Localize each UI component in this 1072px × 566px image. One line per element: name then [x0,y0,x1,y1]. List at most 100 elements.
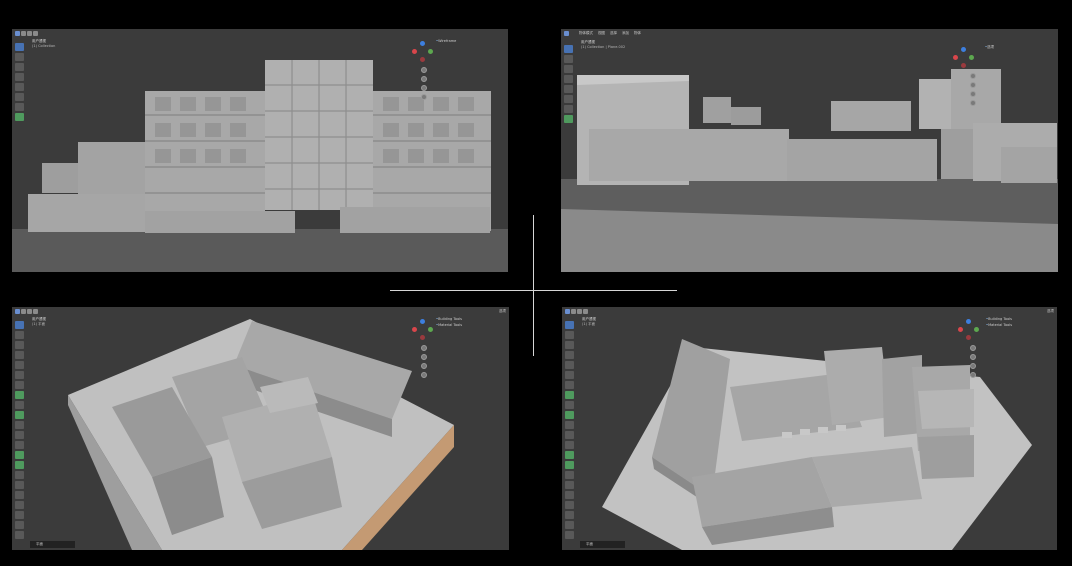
annotate-icon[interactable] [15,381,24,389]
overlay-item[interactable]: Wireframe [436,39,456,43]
measure-icon[interactable] [15,391,24,399]
inset-icon[interactable] [15,421,24,429]
scale-icon[interactable] [15,361,24,369]
rotate-icon[interactable] [15,351,24,359]
zoom-icon[interactable] [970,73,976,79]
annotate-icon[interactable] [564,105,573,113]
move-icon[interactable] [564,65,573,73]
bevel-icon[interactable] [565,431,574,439]
measure-icon[interactable] [565,391,574,399]
overlay-item[interactable]: Building Tools [986,317,1012,321]
transform-icon[interactable] [565,371,574,379]
viewport-aerial-left[interactable]: 选项 用户透视 (1) 平面 Buil [12,307,509,550]
grid-icon[interactable] [970,100,976,106]
select-box-icon[interactable] [565,321,574,329]
scale-icon[interactable] [564,85,573,93]
axis-neg-x-icon[interactable] [961,63,966,68]
bevel-icon[interactable] [15,431,24,439]
poly-build-icon[interactable] [565,461,574,469]
view-icon[interactable] [21,309,26,314]
hand-icon[interactable] [421,76,427,82]
cursor-icon[interactable] [15,331,24,339]
overlay-item[interactable]: Material Tools [986,323,1012,327]
spin-icon[interactable] [565,471,574,479]
hand-icon[interactable] [970,82,976,88]
editor-type-icon[interactable] [15,31,20,36]
axis-x-icon[interactable] [412,49,417,54]
overlay-panel[interactable]: Wireframe [436,39,456,43]
menu-view[interactable]: 视图 [598,31,605,36]
editor-type-icon[interactable] [565,309,570,314]
add-cube-icon[interactable] [565,401,574,409]
shear-icon[interactable] [565,491,574,499]
axis-z-icon[interactable] [961,47,966,52]
loop-cut-icon[interactable] [15,441,24,449]
overlay-panel[interactable]: 选项 [985,45,994,50]
knife-icon[interactable] [565,451,574,459]
annotate-icon[interactable] [565,381,574,389]
grid-icon[interactable] [970,372,976,378]
axis-y-icon[interactable] [428,49,433,54]
viewport-front-elevation[interactable]: 用户透视 (1) Collection Wireframe [12,29,508,272]
select-icon[interactable] [27,31,32,36]
rip-icon[interactable] [565,501,574,509]
cursor-icon[interactable] [565,331,574,339]
select-box-icon[interactable] [15,43,24,51]
measure-icon[interactable] [564,115,573,123]
overlay-panel[interactable]: Building Tools Material Tools [986,317,1012,327]
transform-icon[interactable] [15,371,24,379]
overlay-item[interactable]: Building Tools [436,317,462,321]
axis-y-icon[interactable] [974,327,979,332]
annotate-icon[interactable] [15,103,24,111]
menu-object[interactable]: 物体 [634,31,641,36]
scale-icon[interactable] [565,361,574,369]
poly-build-icon[interactable] [15,461,24,469]
menu-select[interactable]: 选择 [610,31,617,36]
grid-icon[interactable] [421,372,427,378]
add-icon[interactable] [33,31,38,36]
select-box-icon[interactable] [564,45,573,53]
shrink-icon[interactable] [565,511,574,519]
overlay-item[interactable]: Material Tools [436,323,462,327]
axis-neg-x-icon[interactable] [420,57,425,62]
zoom-icon[interactable] [421,67,427,73]
editor-type-icons[interactable] [15,31,38,36]
axis-z-icon[interactable] [966,319,971,324]
knife-icon[interactable] [15,451,24,459]
viewport-aerial-right[interactable]: 选项 用户透视 (1) 平面 Buil [562,307,1057,550]
rotate-icon[interactable] [15,73,24,81]
zoom-icon[interactable] [421,345,427,351]
select-icon[interactable] [27,309,32,314]
axis-x-icon[interactable] [412,327,417,332]
shrink-icon[interactable] [15,511,24,519]
options-label[interactable]: 选项 [1047,309,1054,314]
move-icon[interactable] [15,341,24,349]
add-cube-icon[interactable] [15,401,24,409]
extrude-icon[interactable] [565,411,574,419]
edge-slide-icon[interactable] [15,521,24,529]
edge-slide-icon[interactable] [565,521,574,529]
transform-icon[interactable] [564,95,573,103]
loop-cut-icon[interactable] [565,441,574,449]
axis-x-icon[interactable] [953,55,958,60]
editor-type-icons[interactable] [565,309,588,314]
navigation-gizmo[interactable] [412,319,434,341]
editor-type-icons[interactable] [564,31,569,36]
axis-y-icon[interactable] [428,327,433,332]
axis-neg-x-icon[interactable] [966,335,971,340]
camera-icon[interactable] [421,363,427,369]
inset-icon[interactable] [565,421,574,429]
menu-object-mode[interactable]: 物体模式 [579,31,593,36]
axis-neg-x-icon[interactable] [420,335,425,340]
axis-x-icon[interactable] [958,327,963,332]
cursor-icon[interactable] [15,53,24,61]
navigation-gizmo[interactable] [953,47,975,69]
extrude-icon[interactable] [15,411,24,419]
scale-icon[interactable] [15,83,24,91]
shear-icon[interactable] [15,491,24,499]
select-icon[interactable] [577,309,582,314]
editor-type-icon[interactable] [15,309,20,314]
menu-add[interactable]: 添加 [622,31,629,36]
view-icon[interactable] [21,31,26,36]
rotate-icon[interactable] [564,75,573,83]
